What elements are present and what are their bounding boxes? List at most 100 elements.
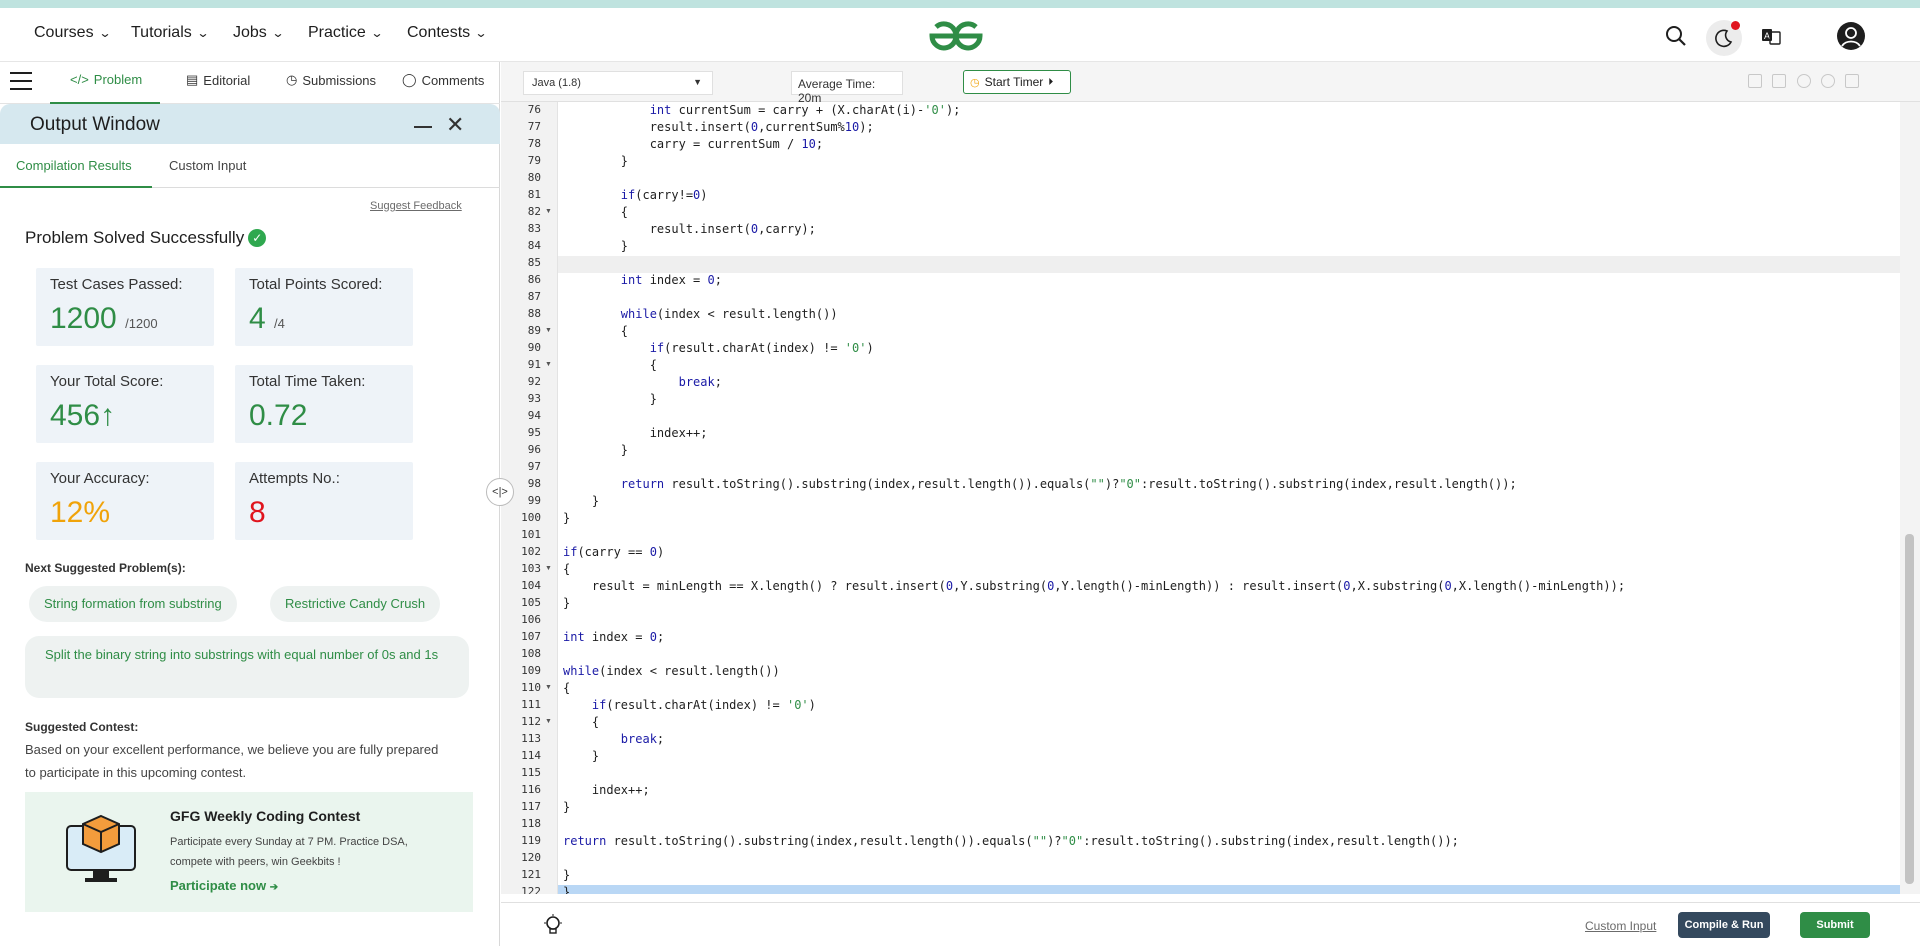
fullscreen-icon[interactable] <box>1845 74 1859 88</box>
left-panel: </> Problem ▤ Editorial ◷ Submissions ◯ Comm… <box>0 62 500 946</box>
active-output-tab-indicator <box>0 186 152 188</box>
lightbulb-icon[interactable] <box>541 913 565 937</box>
fold-arrow-icon[interactable]: ▼ <box>545 718 552 725</box>
code-line: int index = 0; <box>620 273 722 287</box>
code-line: return result.toString().substring(index… <box>563 834 1459 848</box>
selected-line-highlight <box>558 885 1900 894</box>
copy-icon[interactable] <box>1748 74 1762 88</box>
contest-card[interactable]: GFG Weekly Coding Contest Participate ev… <box>25 792 473 912</box>
stat-value: 1200 /1200 <box>50 302 158 336</box>
nav-tutorials[interactable]: Tutorials ⌄ <box>131 24 210 42</box>
stat-card-tests: Test Cases Passed: 1200 /1200 <box>36 268 214 346</box>
stat-card-accuracy: Your Accuracy: 12% <box>36 462 214 540</box>
translate-icon[interactable]: A <box>1758 23 1784 49</box>
submit-button[interactable]: Submit <box>1800 912 1870 938</box>
nav-jobs[interactable]: Jobs ⌄ <box>233 24 284 42</box>
code-line: if(result.charAt(index) != '0') <box>591 698 816 712</box>
tab-compilation-results[interactable]: Compilation Results <box>16 158 132 173</box>
code-line: while(index < result.length()) <box>620 307 838 321</box>
panel-resize-handle-icon[interactable]: <|> <box>486 478 514 506</box>
code-line: } <box>563 392 657 406</box>
fold-arrow-icon[interactable]: ▼ <box>545 565 552 572</box>
code-line: result = minLength == X.length() ? resul… <box>563 579 1626 593</box>
tab-editorial-label: Editorial <box>203 72 251 88</box>
minimize-icon[interactable] <box>414 126 432 128</box>
average-time: Average Time: 20m <box>791 71 903 105</box>
code-line: { <box>563 681 571 695</box>
user-avatar-icon[interactable] <box>1836 21 1866 51</box>
line-number: 114 <box>521 749 541 762</box>
stat-label: Your Total Score: <box>50 373 164 390</box>
nav-practice-label: Practice <box>308 24 366 41</box>
vertical-scrollbar[interactable] <box>1900 102 1920 894</box>
nav-courses[interactable]: Courses ⌄ <box>34 24 111 42</box>
line-number: 118 <box>521 817 541 830</box>
participate-now-link[interactable]: Participate now ➔ <box>170 878 278 893</box>
suggested-problem-3[interactable]: Split the binary string into substrings … <box>25 636 469 698</box>
line-number: 92 <box>527 375 541 388</box>
arrow-up-icon: ↑ <box>100 399 116 432</box>
gfg-logo-icon[interactable] <box>924 18 988 54</box>
line-number: 101 <box>521 528 541 541</box>
code-line: } <box>563 239 629 253</box>
line-number: 79 <box>527 154 541 167</box>
dark-mode-toggle[interactable] <box>1706 20 1742 56</box>
caret-down-icon: ▼ <box>693 77 702 87</box>
tab-problem[interactable]: </> Problem <box>70 72 142 87</box>
suggest-feedback-link[interactable]: Suggest Feedback <box>370 200 462 212</box>
nav-practice[interactable]: Practice ⌄ <box>308 24 383 42</box>
tab-problem-label: Problem <box>93 72 143 87</box>
fold-arrow-icon[interactable]: ▼ <box>545 361 552 368</box>
tab-custom-input[interactable]: Custom Input <box>169 158 246 173</box>
code-line: } <box>563 511 571 525</box>
line-number: 121 <box>521 868 541 881</box>
paste-icon[interactable] <box>1772 74 1786 88</box>
line-number: 105 <box>521 596 541 609</box>
tab-editorial[interactable]: ▤ Editorial <box>186 72 250 88</box>
tab-comments[interactable]: ◯ Comments <box>402 72 484 88</box>
fold-arrow-icon[interactable]: ▼ <box>545 208 552 215</box>
code-icon: </> <box>70 72 89 87</box>
line-number: 77 <box>527 120 541 133</box>
current-line-highlight <box>558 256 1900 273</box>
document-icon: ▤ <box>186 72 199 87</box>
compile-run-button[interactable]: Compile & Run <box>1678 912 1770 938</box>
fold-arrow-icon[interactable]: ▼ <box>545 327 552 334</box>
svg-text:A: A <box>1764 31 1770 41</box>
nav-contests[interactable]: Contests ⌄ <box>407 24 488 42</box>
output-window: Output Window ✕ Compilation Results Cust… <box>0 104 500 946</box>
output-window-header: Output Window ✕ <box>0 104 500 144</box>
tab-submissions[interactable]: ◷ Submissions <box>286 72 376 88</box>
line-number: 119 <box>521 834 541 847</box>
stat-label: Your Accuracy: <box>50 470 150 487</box>
accuracy-value: 12% <box>50 496 111 529</box>
code-line: result.insert(0,currentSum%10); <box>563 120 874 134</box>
suggested-problem-2[interactable]: Restrictive Candy Crush <box>270 586 441 622</box>
settings-icon[interactable] <box>1797 74 1811 88</box>
scrollbar-thumb[interactable] <box>1905 534 1914 884</box>
code-line: { <box>563 562 571 576</box>
close-icon[interactable]: ✕ <box>446 112 464 138</box>
custom-input-link[interactable]: Custom Input <box>1585 919 1656 933</box>
hamburger-menu-icon[interactable] <box>10 72 32 92</box>
code-line: { <box>563 358 657 372</box>
code-line: if(carry == 0) <box>563 545 665 559</box>
code-line: if(result.charAt(index) != '0') <box>649 341 874 355</box>
code-area[interactable]: 76 int currentSum = carry + (X.charAt(i)… <box>501 102 1920 894</box>
line-number: 78 <box>527 137 541 150</box>
start-timer-button[interactable]: ◷ Start Timer ⏵ <box>963 70 1071 94</box>
stat-label: Total Time Taken: <box>249 373 366 390</box>
code-line: return result.toString().substring(index… <box>620 477 1517 491</box>
line-number: 100 <box>521 511 541 524</box>
suggested-problem-1[interactable]: String formation from substring <box>29 586 237 622</box>
stat-label: Attempts No.: <box>249 470 340 487</box>
chevron-down-icon: ⌄ <box>196 26 210 40</box>
line-number: 106 <box>521 613 541 626</box>
reset-icon[interactable] <box>1821 74 1835 88</box>
language-select[interactable]: Java (1.8) ▼ <box>523 71 713 95</box>
search-icon[interactable] <box>1663 23 1689 49</box>
line-number: 85 <box>527 256 541 269</box>
fold-arrow-icon[interactable]: ▼ <box>545 684 552 691</box>
line-number: 120 <box>521 851 541 864</box>
points-value: 4 <box>249 302 266 335</box>
